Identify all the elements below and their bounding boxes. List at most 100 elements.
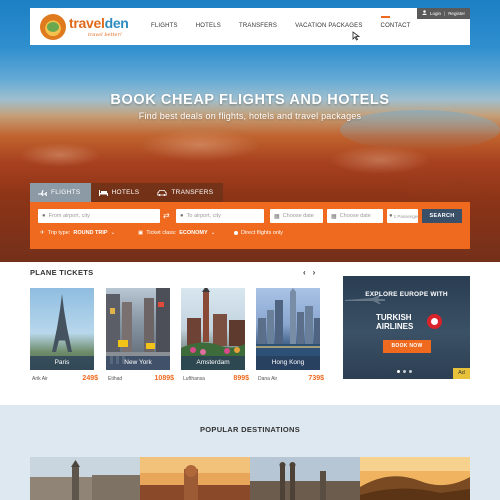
book-now-button[interactable]: BOOK NOW bbox=[383, 340, 431, 353]
slide-dot[interactable] bbox=[403, 370, 406, 373]
chevron-down-icon: ⌄ bbox=[210, 230, 216, 236]
trip-type-select[interactable]: ✈ Trip type: ROUND TRIP ⌄ bbox=[40, 230, 115, 236]
tab-transfers[interactable]: TRANSFERS bbox=[149, 183, 224, 202]
ticket-price: 899$ bbox=[233, 375, 249, 382]
return-date-placeholder: Choose date bbox=[339, 213, 371, 219]
logo-text-part-1: travel bbox=[69, 15, 105, 31]
logo-tagline: travel better! bbox=[88, 32, 122, 38]
to-airport-placeholder: To airport, city bbox=[186, 213, 221, 219]
ticket-airline: Lufthansa bbox=[183, 376, 205, 382]
login-separator: | bbox=[444, 11, 446, 16]
direct-flights-label: Direct flights only bbox=[241, 230, 283, 236]
return-date-input[interactable]: ▦ Choose date bbox=[327, 209, 383, 223]
plane-icon: ✈ bbox=[40, 230, 45, 236]
departure-date-input[interactable]: ▦ Choose date bbox=[270, 209, 323, 223]
prev-arrow-icon[interactable]: ‹ bbox=[303, 268, 306, 277]
tab-flights[interactable]: FLIGHTS bbox=[30, 183, 91, 202]
passengers-select[interactable]: ● 1 Passenger bbox=[387, 209, 419, 223]
slide-dot[interactable] bbox=[409, 370, 412, 373]
ticket-airline: Etihad bbox=[108, 376, 123, 382]
plane-tickets-title: PLANE TICKETS bbox=[30, 268, 94, 277]
flight-search-form: ● From airport, city ⇄ ● To airport, cit… bbox=[30, 202, 470, 249]
ticket-card[interactable]: New York bbox=[106, 288, 170, 370]
plane-icon bbox=[38, 189, 47, 196]
location-icon: ● bbox=[42, 213, 46, 219]
logo-globe-icon bbox=[40, 14, 66, 40]
logo-text: travelden bbox=[69, 15, 129, 31]
from-airport-input[interactable]: ● From airport, city bbox=[38, 209, 160, 223]
ticket-card[interactable]: Amsterdam bbox=[181, 288, 245, 370]
hero-title: BOOK CHEAP FLIGHTS AND HOTELS bbox=[110, 92, 390, 108]
nav-flights[interactable]: FLIGHTS bbox=[142, 8, 187, 45]
carousel-arrows: ‹ › bbox=[303, 268, 315, 277]
calendar-icon: ▦ bbox=[274, 213, 280, 220]
ad-badge: Ad bbox=[453, 368, 470, 379]
ticket-airline: Dana Air bbox=[258, 376, 278, 382]
chevron-down-icon: ⌄ bbox=[110, 230, 116, 236]
user-icon bbox=[422, 8, 427, 19]
nav-links: FLIGHTS HOTELS TRANSFERS VACATION PACKAG… bbox=[142, 8, 419, 45]
car-icon bbox=[157, 189, 168, 196]
ad-slide-dots bbox=[397, 370, 412, 373]
ticket-icon: ▣ bbox=[138, 230, 144, 236]
register-link[interactable]: Register bbox=[448, 8, 465, 19]
ticket-city: Hong Kong bbox=[256, 356, 320, 370]
nav-transfers[interactable]: TRANSFERS bbox=[230, 8, 286, 45]
login-link[interactable]: Login bbox=[430, 8, 441, 19]
ticket-meta: Lufthansa 899$ bbox=[183, 375, 249, 382]
ticket-airline: Arik Air bbox=[32, 376, 48, 382]
swap-icon[interactable]: ⇄ bbox=[163, 211, 170, 221]
trip-type-value: ROUND TRIP bbox=[73, 230, 108, 236]
from-airport-placeholder: From airport, city bbox=[48, 213, 90, 219]
ticket-card[interactable]: Paris bbox=[30, 288, 94, 370]
to-airport-input[interactable]: ● To airport, city bbox=[176, 209, 264, 223]
turkish-airlines-logo-icon bbox=[427, 314, 442, 329]
direct-flights-toggle[interactable]: Direct flights only bbox=[234, 230, 283, 236]
search-tabs: FLIGHTS HOTELS TRANSFERS bbox=[30, 183, 224, 202]
hero-subtitle: Find best deals on flights, hotels and t… bbox=[138, 111, 362, 121]
ad-headline: EXPLORE EUROPE WITH bbox=[365, 291, 448, 298]
bed-icon bbox=[98, 189, 108, 196]
login-register-bar: Login | Register bbox=[417, 8, 470, 19]
ticket-meta: Dana Air 739$ bbox=[258, 375, 324, 382]
radio-icon bbox=[234, 231, 238, 235]
ad-brand-line-1: TURKISH bbox=[376, 313, 412, 322]
trip-type-label: Trip type: bbox=[47, 230, 71, 236]
ticket-price: 739$ bbox=[308, 375, 324, 382]
passengers-value: 1 Passenger bbox=[393, 213, 419, 219]
ad-brand: TURKISH AIRLINES bbox=[376, 313, 413, 331]
ticket-price: 249$ bbox=[82, 375, 98, 382]
tab-hotels-label: HOTELS bbox=[111, 189, 140, 196]
logo[interactable]: travelden travel better! bbox=[40, 12, 140, 42]
search-button[interactable]: SEARCH bbox=[422, 209, 462, 223]
location-icon: ● bbox=[180, 213, 184, 219]
turkish-airlines-ad[interactable]: EXPLORE EUROPE WITH TURKISH AIRLINES BOO… bbox=[343, 276, 470, 379]
destination-card[interactable] bbox=[30, 457, 140, 500]
ticket-price: 1089$ bbox=[154, 375, 174, 382]
destination-card[interactable] bbox=[140, 457, 250, 500]
ticket-city: Amsterdam bbox=[181, 356, 245, 370]
ticket-class-value: ECONOMY bbox=[179, 230, 208, 236]
ticket-meta: Etihad 1089$ bbox=[108, 375, 174, 382]
destination-card[interactable] bbox=[360, 457, 470, 500]
nav-hotels[interactable]: HOTELS bbox=[187, 8, 230, 45]
tab-flights-label: FLIGHTS bbox=[51, 189, 81, 196]
next-arrow-icon[interactable]: › bbox=[313, 268, 316, 277]
slide-dot[interactable] bbox=[397, 370, 400, 373]
popular-destinations-title: POPULAR DESTINATIONS bbox=[199, 425, 301, 434]
ticket-class-label: Ticket class: bbox=[146, 230, 177, 236]
nav-contact[interactable]: CONTACT bbox=[372, 8, 420, 45]
ad-brand-line-2: AIRLINES bbox=[376, 322, 414, 331]
ticket-card[interactable]: Hong Kong bbox=[256, 288, 320, 370]
ticket-meta: Arik Air 249$ bbox=[32, 375, 98, 382]
logo-text-part-2: den bbox=[104, 15, 129, 31]
calendar-icon: ▦ bbox=[331, 213, 337, 220]
tab-transfers-label: TRANSFERS bbox=[171, 189, 214, 196]
ticket-city: Paris bbox=[30, 356, 94, 370]
ticket-city: New York bbox=[106, 356, 170, 370]
cursor-icon bbox=[352, 31, 361, 41]
departure-date-placeholder: Choose date bbox=[282, 213, 314, 219]
destination-card[interactable] bbox=[250, 457, 360, 500]
ticket-class-select[interactable]: ▣ Ticket class: ECONOMY ⌄ bbox=[138, 230, 215, 236]
tab-hotels[interactable]: HOTELS bbox=[90, 183, 150, 202]
